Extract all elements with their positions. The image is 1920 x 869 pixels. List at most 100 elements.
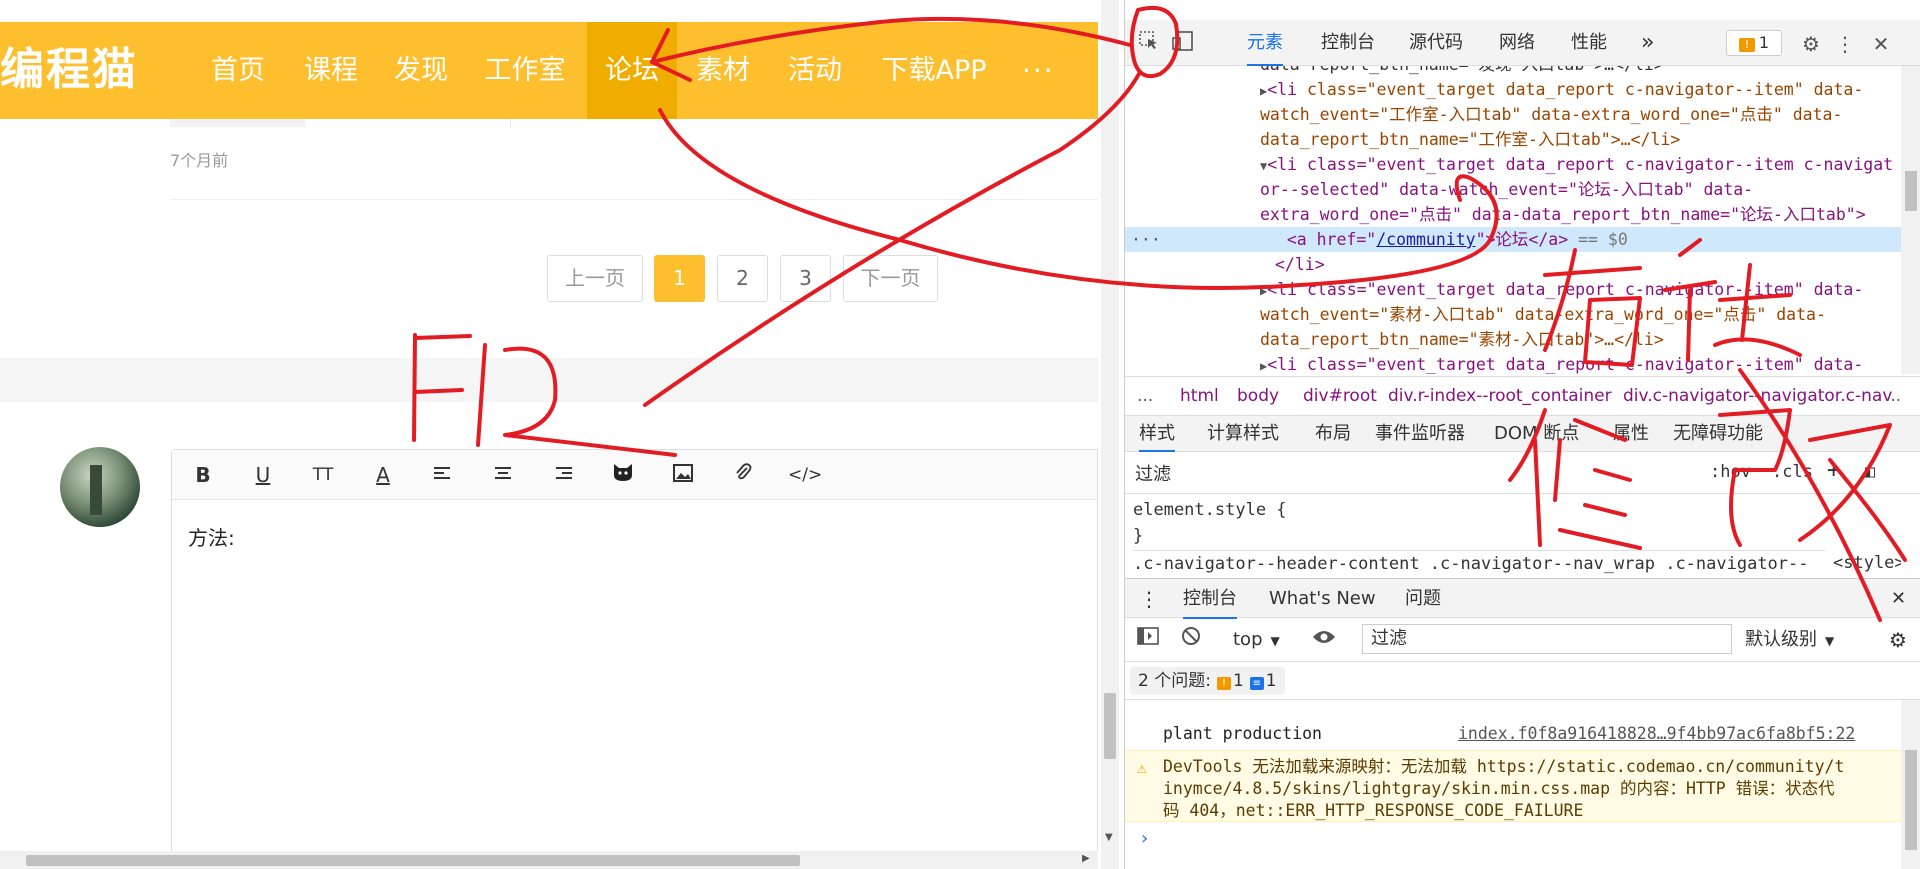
toggle-sidebar-icon[interactable]: ◧ [1865,462,1875,482]
device-toolbar-icon[interactable] [1169,30,1197,58]
prev-page-button[interactable]: 上一页 [547,255,643,302]
scroll-thumb[interactable] [26,855,800,866]
console-output: plant production index.f0f8a916418828…9f… [1125,700,1901,869]
align-left-icon[interactable] [428,460,458,490]
breadcrumb-overflow[interactable]: ... [1137,377,1153,415]
drawer-tab-issues[interactable]: 问题 [1405,579,1441,619]
more-menu-icon[interactable]: ⋮ [1831,30,1859,58]
styles-filter-input[interactable]: 过滤 [1135,460,1171,486]
console-log-source-link[interactable]: index.f0f8a916418828…9f4bb97ac6fa8bf5:22 [1458,724,1855,743]
eye-icon[interactable] [1312,626,1336,654]
tab-elements[interactable]: 元素 [1247,20,1283,66]
scroll-thumb[interactable] [1905,750,1917,850]
cat-emoji-icon[interactable] [608,460,638,490]
scroll-right-arrow-icon[interactable]: ▶ [1082,853,1090,864]
nav-forum[interactable]: 论坛 [587,22,677,119]
href-link[interactable]: /community [1376,230,1475,249]
breadcrumb-root[interactable]: div#root [1303,377,1377,415]
new-rule-icon[interactable]: + [1827,458,1840,483]
page-button-3[interactable]: 3 [780,255,831,302]
drawer-tab-console[interactable]: 控制台 [1183,579,1237,619]
rule-close: } [1133,526,1144,546]
breadcrumb-container[interactable]: div.r-index--root_container [1388,377,1612,415]
hov-toggle[interactable]: :hov [1710,462,1751,482]
close-drawer-icon[interactable]: ✕ [1891,579,1906,619]
console-scrollbar[interactable] [1901,700,1920,869]
tab-accessibility[interactable]: 无障碍功能 [1673,416,1763,452]
console-settings-gear-icon[interactable]: ⚙ [1889,626,1907,654]
console-filter-input[interactable]: 过滤 [1362,624,1732,654]
sidebar-toggle-icon[interactable] [1137,626,1159,654]
scroll-down-arrow-icon[interactable]: ▼ [1105,832,1113,843]
tab-event-listeners[interactable]: 事件监听器 [1375,416,1465,452]
nav-discover[interactable]: 发现 [378,22,464,119]
breadcrumb-body[interactable]: body [1237,377,1279,415]
next-page-button[interactable]: 下一页 [843,255,938,302]
tab-network[interactable]: 网络 [1499,20,1535,66]
logo[interactable]: 编程猫 [0,48,138,92]
tab-layout[interactable]: 布局 [1315,416,1351,452]
page-button-2[interactable]: 2 [717,255,768,302]
console-log-message: plant production [1163,724,1322,743]
nav-materials[interactable]: 素材 [680,22,766,119]
cls-toggle[interactable]: .cls [1772,462,1813,482]
dom-node-forum[interactable]: ▼<li class="event_target data_report c-n… [1260,152,1893,179]
issues-summary[interactable]: 2 个问题:! 1 ≡ 1 [1130,667,1285,695]
align-center-icon[interactable] [488,460,518,490]
nav-more-icon[interactable]: ··· [1022,22,1055,119]
drawer-tab-whats-new[interactable]: What's New [1269,579,1376,619]
editor-content[interactable]: 方法: [188,522,235,551]
tab-styles[interactable]: 样式 [1139,416,1175,452]
code-icon[interactable]: </> [788,460,822,490]
gear-icon[interactable]: ⚙ [1797,30,1825,58]
log-level-selector[interactable]: 默认级别 ▼ [1745,626,1834,654]
inspect-element-icon[interactable] [1135,30,1163,58]
tab-properties[interactable]: 属性 [1613,416,1649,452]
nav-studio[interactable]: 工作室 [474,22,576,119]
console-prompt[interactable]: › [1139,828,1150,849]
font-color-icon[interactable]: A [368,460,398,490]
tab-sources[interactable]: 源代码 [1409,20,1463,66]
dom-node[interactable]: ▶<li class="event_target data_report c-n… [1260,352,1863,374]
tab-performance[interactable]: 性能 [1571,20,1607,66]
text-size-icon[interactable]: TT [308,460,338,490]
dom-node[interactable]: ▶<li class="event_target data_report c-n… [1260,77,1863,104]
tab-console[interactable]: 控制台 [1321,20,1375,66]
nav-home[interactable]: 首页 [195,22,281,119]
page-button-1[interactable]: 1 [654,255,705,302]
breadcrumb-navigator[interactable]: div.c-navigator--navigator.c-nav [1623,377,1892,415]
scroll-thumb[interactable] [1104,693,1116,759]
attachment-icon[interactable] [728,460,758,490]
screen: 编程猫 首页 课程 发现 工作室 论坛 素材 活动 下载APP ··· 7个月前… [0,0,1920,869]
nav-activities[interactable]: 活动 [770,22,860,119]
context-selector[interactable]: top ▼ [1233,626,1280,654]
drawer-menu-icon[interactable]: ⋮ [1139,579,1159,619]
selected-dom-node[interactable]: ··· <a href="/community">论坛</a> == $0 [1125,227,1903,252]
underline-icon[interactable]: U [248,460,278,490]
page-vertical-scrollbar[interactable]: ▼ [1101,0,1119,869]
elements-scrollbar[interactable] [1901,66,1920,374]
rule-source-link[interactable]: <style> [1825,550,1901,576]
image-icon[interactable] [668,460,698,490]
avatar[interactable] [60,447,140,527]
element-style-rule[interactable]: element.style { [1133,497,1287,523]
horizontal-scrollbar[interactable]: ▶ [0,851,1098,869]
css-rule-selector[interactable]: .c-navigator--header-content .c-navigato… [1133,550,1893,576]
tab-dom-breakpoints[interactable]: DOM 断点 [1494,416,1579,452]
close-icon[interactable]: ✕ [1867,30,1895,58]
more-tabs-icon[interactable]: » [1641,20,1654,66]
dom-node-text[interactable]: data-report_btn_name="发现-入口tab">…</li> [1260,66,1664,77]
tab-computed[interactable]: 计算样式 [1207,416,1279,452]
issues-badge[interactable]: ! 1 [1726,30,1782,56]
dom-node-text: watch_event="工作室-入口tab" data-extra_word_… [1260,105,1843,124]
dom-node-close[interactable]: </li> [1275,252,1325,277]
bold-icon[interactable]: B [188,460,218,490]
dom-node[interactable]: ▶<li class="event_target data_report c-n… [1260,277,1863,304]
align-right-icon[interactable] [548,460,578,490]
breadcrumb-more[interactable]: ... [1885,377,1901,415]
nav-courses[interactable]: 课程 [288,22,374,119]
scroll-thumb[interactable] [1905,171,1917,211]
breadcrumb-html[interactable]: html [1180,377,1219,415]
nav-download-app[interactable]: 下载APP [872,22,996,119]
clear-console-icon[interactable] [1181,626,1201,654]
